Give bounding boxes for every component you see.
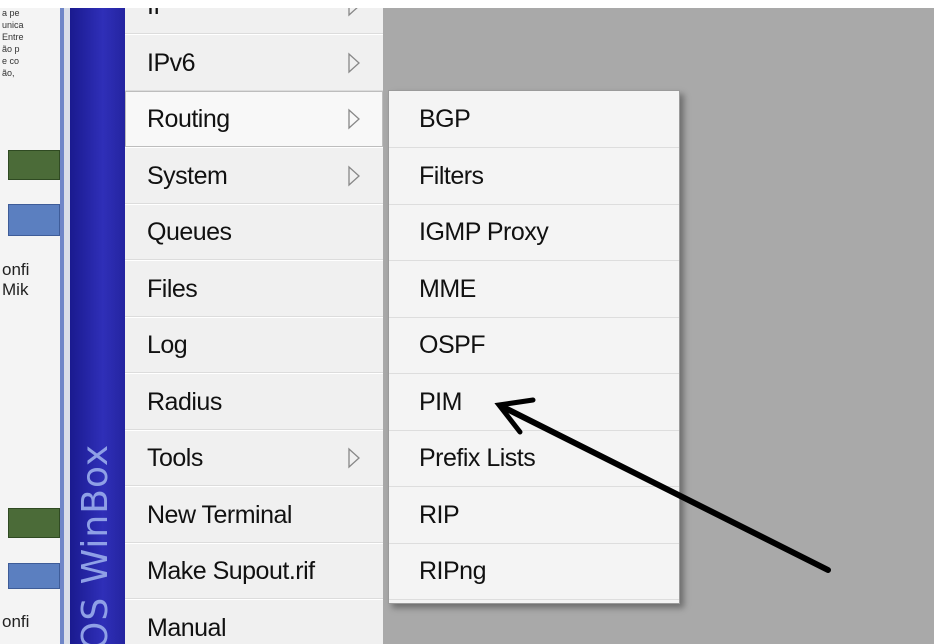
annotation-arrow: [494, 397, 831, 573]
